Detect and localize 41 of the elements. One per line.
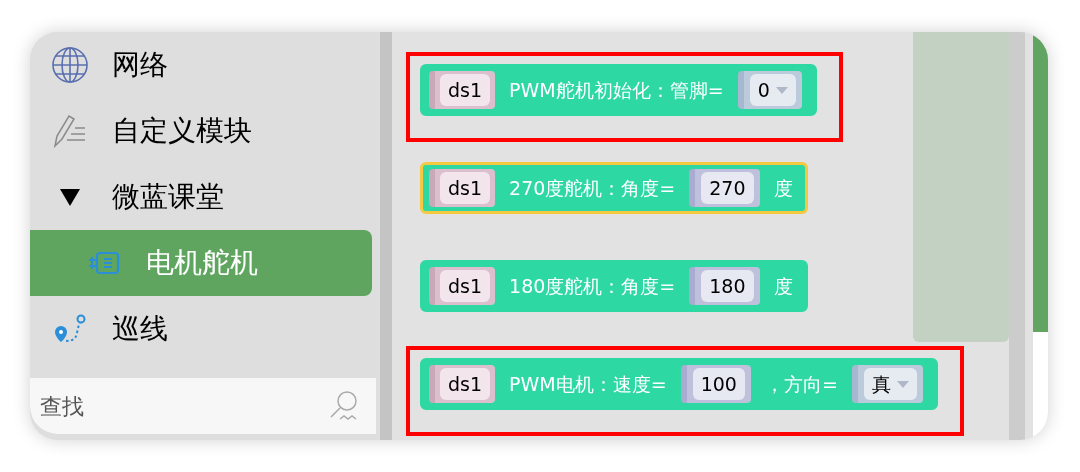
dropdown-value: 0 <box>757 77 770 103</box>
search-input[interactable]: 查找 <box>40 389 280 423</box>
globe-icon <box>51 46 89 84</box>
block-label: 度 <box>773 175 793 201</box>
dropdown-field[interactable]: 真 <box>863 367 917 401</box>
sidebar-item[interactable]: 微蓝课堂 <box>30 164 372 230</box>
route-icon <box>52 314 88 344</box>
scrollbar[interactable] <box>380 32 392 440</box>
variable-field[interactable]: ds1 <box>440 73 491 107</box>
dropdown-field[interactable]: 0 <box>749 73 796 107</box>
block-label: PWM电机：速度= <box>509 371 667 397</box>
sidebar-item[interactable]: 自定义模块 <box>30 98 372 164</box>
search-field[interactable]: 查找 <box>30 378 376 434</box>
number-field[interactable]: 100 <box>692 367 745 401</box>
variable-field[interactable]: ds1 <box>440 269 491 303</box>
sidebar-label: 网络 <box>112 47 168 83</box>
caret-icon[interactable] <box>59 187 81 207</box>
number-field[interactable]: 180 <box>701 269 754 303</box>
block-label: 度 <box>773 273 793 299</box>
dropdown-arrow-icon <box>775 86 788 94</box>
sidebar-label: 微蓝课堂 <box>112 179 224 215</box>
code-block[interactable]: ds1 PWM舵机初始化：管脚= 0 <box>420 64 817 116</box>
block-label: 180度舵机：角度= <box>509 273 676 299</box>
motor-icon <box>87 250 121 276</box>
code-block[interactable]: ds1 180度舵机：角度= 180 度 <box>420 260 808 312</box>
sidebar-label: 自定义模块 <box>112 113 252 149</box>
sidebar-label: 电机舵机 <box>146 245 258 281</box>
variable-field[interactable]: ds1 <box>440 367 491 401</box>
block-label: 270度舵机：角度= <box>509 175 676 201</box>
sidebar-label: 巡线 <box>112 311 168 347</box>
block-label: ，方向= <box>764 371 838 397</box>
dropdown-value: 真 <box>871 371 891 397</box>
variable-field[interactable]: ds1 <box>440 171 491 205</box>
code-block[interactable]: ds1 270度舵机：角度= 270 度 <box>420 162 808 214</box>
sidebar-item[interactable]: 网络 <box>30 32 372 98</box>
block-label: PWM舵机初始化：管脚= <box>509 77 724 103</box>
number-field[interactable]: 270 <box>701 171 754 205</box>
code-block[interactable]: ds1 PWM电机：速度= 100 ，方向= 真 <box>420 358 938 410</box>
scrollbar[interactable] <box>1009 32 1025 440</box>
sidebar-item[interactable]: 巡线 <box>30 296 372 362</box>
dropdown-arrow-icon <box>896 380 909 388</box>
